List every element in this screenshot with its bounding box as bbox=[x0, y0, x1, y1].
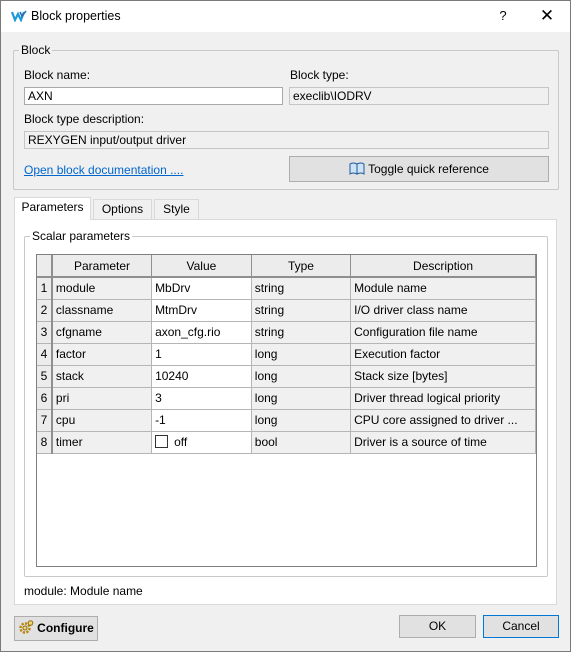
corner-header bbox=[37, 255, 53, 278]
param-value-cell[interactable]: -1 bbox=[151, 409, 252, 432]
table-row: 1 module MbDrv string Module name bbox=[37, 277, 536, 300]
param-name-cell: cfgname bbox=[51, 321, 153, 344]
cancel-button[interactable]: Cancel bbox=[483, 615, 559, 638]
param-name-cell: pri bbox=[51, 387, 153, 410]
param-desc-cell: Stack size [bytes] bbox=[350, 365, 536, 388]
column-header-type[interactable]: Type bbox=[251, 255, 352, 278]
table-row: 8 timer off bool Driver is a source of t… bbox=[37, 431, 536, 454]
tab-parameters[interactable]: Parameters bbox=[14, 197, 91, 220]
param-value-cell[interactable]: off bbox=[151, 431, 252, 454]
param-value-cell[interactable]: 3 bbox=[151, 387, 252, 410]
status-text: module: Module name bbox=[24, 584, 143, 598]
param-type-cell: long bbox=[251, 365, 352, 388]
open-documentation-link[interactable]: Open block documentation .... bbox=[24, 163, 183, 177]
table-row: 5 stack 10240 long Stack size [bytes] bbox=[37, 365, 536, 388]
param-desc-cell: I/O driver class name bbox=[350, 299, 536, 322]
table-row: 2 classname MtmDrv string I/O driver cla… bbox=[37, 299, 536, 322]
param-type-cell: string bbox=[251, 321, 352, 344]
block-group-label: Block bbox=[19, 43, 53, 57]
scalar-parameters-label: Scalar parameters bbox=[30, 229, 133, 243]
row-number: 2 bbox=[37, 299, 53, 322]
param-desc-cell: Module name bbox=[350, 277, 536, 300]
param-value-cell[interactable]: MtmDrv bbox=[151, 299, 252, 322]
block-type-field: execlib\IODRV bbox=[289, 87, 549, 105]
rex-logo-icon bbox=[11, 10, 27, 22]
block-name-field[interactable]: AXN bbox=[24, 87, 283, 105]
toggle-quick-reference-button[interactable]: Toggle quick reference bbox=[289, 156, 549, 182]
ok-button[interactable]: OK bbox=[399, 615, 476, 638]
block-properties-dialog: Block properties ? ✕ Block Block name: A… bbox=[0, 0, 571, 652]
configure-button[interactable]: Configure bbox=[14, 616, 98, 641]
param-type-cell: string bbox=[251, 299, 352, 322]
param-type-cell: long bbox=[251, 343, 352, 366]
param-desc-cell: Execution factor bbox=[350, 343, 536, 366]
param-type-cell: bool bbox=[251, 431, 352, 454]
param-value-cell[interactable]: 1 bbox=[151, 343, 252, 366]
param-value-cell[interactable]: axon_cfg.rio bbox=[151, 321, 252, 344]
row-number: 5 bbox=[37, 365, 53, 388]
param-value-cell[interactable]: MbDrv bbox=[151, 277, 252, 300]
block-name-label: Block name: bbox=[24, 68, 91, 82]
param-type-cell: string bbox=[251, 277, 352, 300]
row-number: 4 bbox=[37, 343, 53, 366]
param-desc-cell: CPU core assigned to driver ... bbox=[350, 409, 536, 432]
window-title: Block properties bbox=[31, 9, 121, 23]
block-type-label: Block type: bbox=[290, 68, 349, 82]
param-name-cell: stack bbox=[51, 365, 153, 388]
table-header-row: Parameter Value Type Description bbox=[37, 255, 536, 278]
table-row: 7 cpu -1 long CPU core assigned to drive… bbox=[37, 409, 536, 432]
title-bar: Block properties ? ✕ bbox=[1, 1, 570, 32]
param-name-cell: classname bbox=[51, 299, 153, 322]
param-type-cell: long bbox=[251, 409, 352, 432]
timer-checkbox-label: off bbox=[174, 435, 188, 449]
help-button[interactable]: ? bbox=[491, 5, 515, 27]
param-name-cell: timer bbox=[51, 431, 153, 454]
table-row: 6 pri 3 long Driver thread logical prior… bbox=[37, 387, 536, 410]
block-desc-field: REXYGEN input/output driver bbox=[24, 131, 549, 149]
param-name-cell: cpu bbox=[51, 409, 153, 432]
column-header-value[interactable]: Value bbox=[151, 255, 252, 278]
row-number: 8 bbox=[37, 431, 53, 454]
row-number: 3 bbox=[37, 321, 53, 344]
row-number: 6 bbox=[37, 387, 53, 410]
configure-label: Configure bbox=[37, 621, 94, 635]
param-value-cell[interactable]: 10240 bbox=[151, 365, 252, 388]
row-number: 1 bbox=[37, 277, 53, 300]
parameters-grid: Parameter Value Type Description 1 modul… bbox=[36, 254, 537, 567]
param-name-cell: module bbox=[51, 277, 153, 300]
param-type-cell: long bbox=[251, 387, 352, 410]
param-desc-cell: Configuration file name bbox=[350, 321, 536, 344]
block-desc-label: Block type description: bbox=[24, 112, 145, 126]
close-button[interactable]: ✕ bbox=[534, 5, 560, 27]
parameters-table: Parameter Value Type Description 1 modul… bbox=[37, 255, 536, 454]
param-desc-cell: Driver thread logical priority bbox=[350, 387, 536, 410]
book-icon bbox=[349, 162, 365, 175]
toggle-quick-reference-label: Toggle quick reference bbox=[368, 162, 489, 176]
table-row: 3 cfgname axon_cfg.rio string Configurat… bbox=[37, 321, 536, 344]
param-name-cell: factor bbox=[51, 343, 153, 366]
param-desc-cell: Driver is a source of time bbox=[350, 431, 536, 454]
column-header-parameter[interactable]: Parameter bbox=[51, 255, 153, 278]
table-row: 4 factor 1 long Execution factor bbox=[37, 343, 536, 366]
column-header-description[interactable]: Description bbox=[350, 255, 536, 278]
tab-options[interactable]: Options bbox=[93, 199, 152, 219]
row-number: 7 bbox=[37, 409, 53, 432]
gear-icon bbox=[19, 620, 34, 634]
timer-checkbox[interactable] bbox=[155, 435, 169, 448]
tab-style[interactable]: Style bbox=[154, 199, 199, 219]
